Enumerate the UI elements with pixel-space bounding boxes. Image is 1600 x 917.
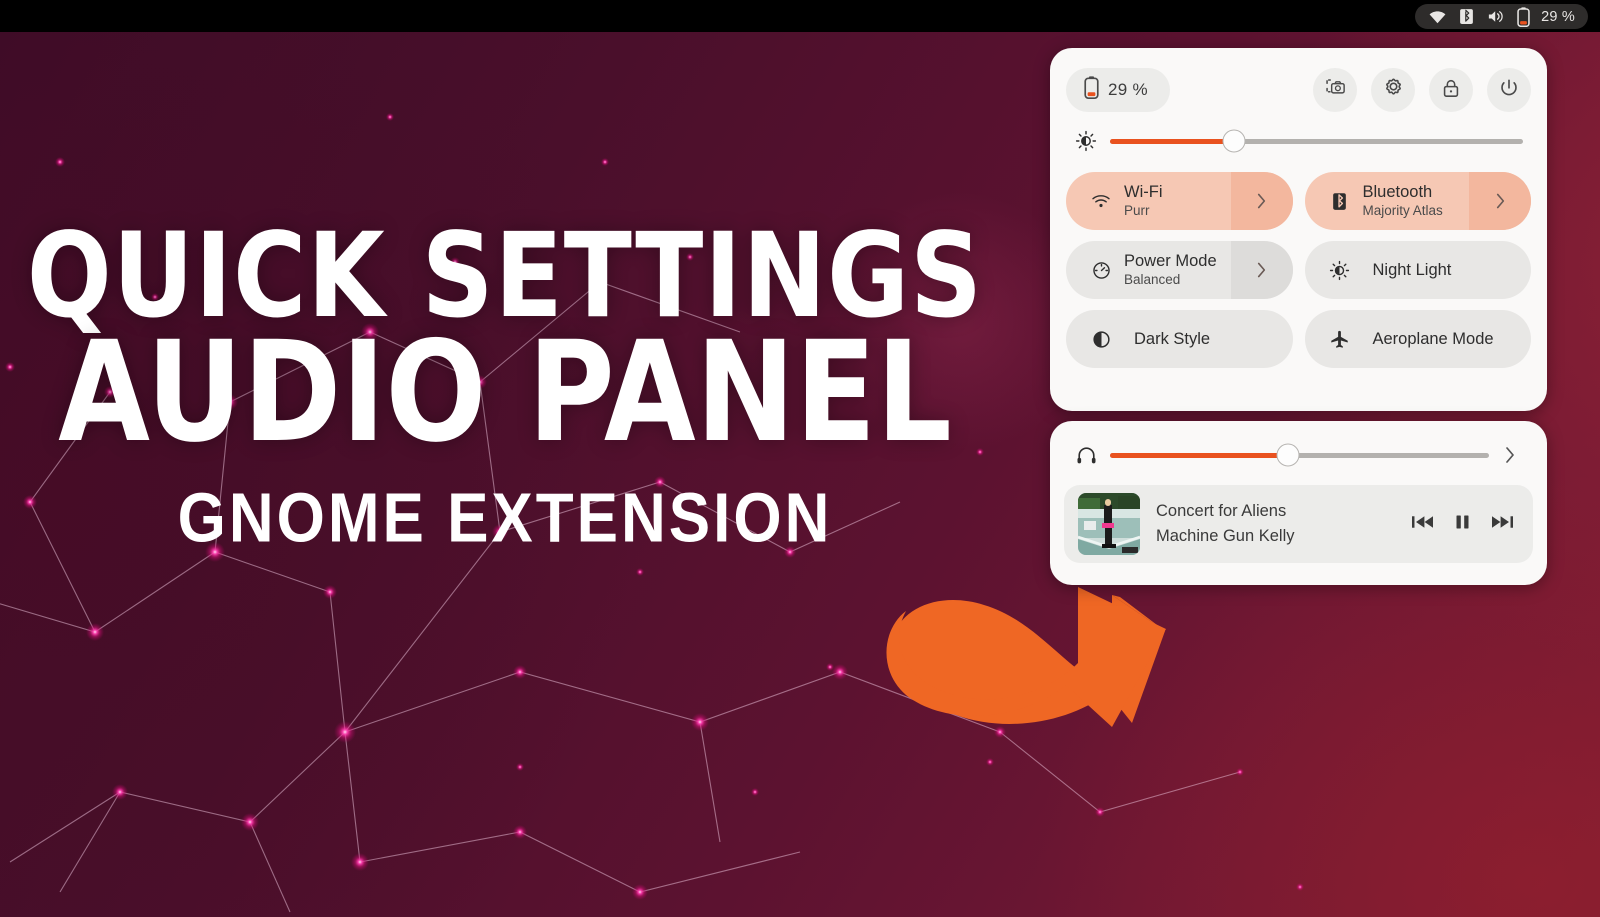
tray-battery-percent: 29 %: [1541, 8, 1575, 25]
power-mode-tile-subtitle: Balanced: [1124, 271, 1181, 287]
bluetooth-tile-labels: Bluetooth Majority Atlas: [1363, 183, 1443, 218]
audio-panel: Concert for Aliens Machine Gun Kelly: [1050, 421, 1547, 585]
night-light-tile-main[interactable]: Night Light: [1305, 241, 1532, 299]
screenshot-icon: [1324, 76, 1347, 104]
album-art: [1078, 493, 1140, 555]
night-light-icon: [1325, 260, 1355, 281]
volume-slider-fill: [1110, 452, 1289, 458]
wifi-tile-labels: Wi-Fi Purr: [1124, 183, 1162, 218]
wifi-tile[interactable]: Wi-Fi Purr: [1066, 172, 1293, 230]
brightness-slider-row[interactable]: [1066, 120, 1531, 162]
tile-row: Dark Style Aeroplane Mode: [1066, 310, 1531, 368]
media-controls: [1412, 514, 1519, 535]
media-track-info: Concert for Aliens Machine Gun Kelly: [1156, 499, 1412, 549]
bluetooth-icon: [1325, 191, 1355, 212]
volume-slider-row[interactable]: [1064, 435, 1533, 475]
aeroplane-mode-tile[interactable]: Aeroplane Mode: [1304, 310, 1532, 368]
wifi-icon: [1086, 191, 1116, 211]
volume-slider-knob[interactable]: [1276, 443, 1300, 467]
bluetooth-tile-title: Bluetooth: [1362, 183, 1433, 202]
brightness-slider-track[interactable]: [1110, 129, 1523, 153]
wifi-tile-expand-button[interactable]: [1230, 172, 1293, 230]
tile-row: Power Mode Balanced Night Light: [1066, 241, 1531, 299]
audio-output-expand-button[interactable]: [1493, 444, 1527, 466]
wifi-icon: [1428, 7, 1447, 26]
tile-row: Wi-Fi Purr Bluetooth Majority Atlas: [1066, 172, 1531, 230]
system-tray[interactable]: 29 %: [1415, 4, 1588, 29]
power-mode-tile-main[interactable]: Power Mode Balanced: [1066, 241, 1231, 299]
wifi-tile-subtitle: Purr: [1124, 202, 1150, 218]
brightness-slider-knob[interactable]: [1222, 129, 1246, 153]
bluetooth-icon: [1458, 7, 1475, 26]
wifi-tile-title: Wi-Fi: [1124, 183, 1163, 202]
night-light-tile-title: Night Light: [1372, 260, 1452, 279]
lock-button[interactable]: [1429, 68, 1473, 112]
headphones-icon: [1070, 444, 1102, 467]
power-button[interactable]: [1487, 68, 1531, 112]
screenshot-button[interactable]: [1313, 68, 1357, 112]
aeroplane-mode-tile-labels: Aeroplane Mode: [1363, 330, 1494, 349]
dark-style-tile-labels: Dark Style: [1124, 330, 1210, 349]
gear-icon: [1382, 76, 1405, 104]
volume-icon: [1486, 7, 1506, 26]
quick-settings-panel: 29 % Wi-Fi Purr Bluetooth Majority Atlas…: [1050, 48, 1547, 411]
media-title: Concert for Aliens: [1156, 502, 1287, 521]
previous-track-button[interactable]: [1412, 514, 1433, 535]
bluetooth-tile-main[interactable]: Bluetooth Majority Atlas: [1305, 172, 1470, 230]
power-icon: [1498, 77, 1520, 104]
dark-style-tile-title: Dark Style: [1134, 329, 1211, 348]
night-light-tile[interactable]: Night Light: [1304, 241, 1532, 299]
hero-title-block: QUICK SETTINGS AUDIO PANEL GNOME EXTENSI…: [0, 217, 1010, 557]
battery-icon: [1517, 6, 1530, 27]
media-player-widget[interactable]: Concert for Aliens Machine Gun Kelly: [1064, 485, 1533, 563]
bluetooth-tile[interactable]: Bluetooth Majority Atlas: [1304, 172, 1531, 230]
settings-button[interactable]: [1371, 68, 1415, 112]
wifi-tile-main[interactable]: Wi-Fi Purr: [1066, 172, 1231, 230]
aeroplane-icon: [1325, 329, 1355, 350]
aeroplane-mode-tile-main[interactable]: Aeroplane Mode: [1305, 310, 1532, 368]
brightness-slider-fill: [1110, 138, 1234, 144]
next-track-button[interactable]: [1492, 514, 1513, 535]
lock-icon: [1440, 77, 1462, 104]
dark-style-icon: [1086, 329, 1116, 350]
quick-settings-tiles: Wi-Fi Purr Bluetooth Majority Atlas Power Mo…: [1066, 172, 1531, 368]
power-mode-icon: [1086, 260, 1116, 281]
battery-percent-label: 29 %: [1108, 80, 1148, 99]
battery-icon: [1084, 76, 1099, 104]
dark-style-tile[interactable]: Dark Style: [1066, 310, 1293, 368]
bluetooth-tile-expand-button[interactable]: [1469, 172, 1531, 230]
battery-status-button[interactable]: 29 %: [1066, 68, 1170, 112]
hero-line-3: GNOME EXTENSION: [177, 479, 833, 557]
dark-style-tile-main[interactable]: Dark Style: [1066, 310, 1293, 368]
play-pause-button[interactable]: [1455, 514, 1470, 535]
bluetooth-tile-subtitle: Majority Atlas: [1362, 202, 1443, 218]
quick-settings-header: 29 %: [1066, 66, 1531, 114]
power-mode-tile-expand-button[interactable]: [1230, 241, 1293, 299]
power-mode-tile-labels: Power Mode Balanced: [1124, 252, 1217, 287]
volume-slider-track[interactable]: [1110, 443, 1489, 467]
night-light-tile-labels: Night Light: [1363, 261, 1452, 280]
power-mode-tile[interactable]: Power Mode Balanced: [1066, 241, 1293, 299]
brightness-icon: [1070, 130, 1102, 152]
aeroplane-mode-tile-title: Aeroplane Mode: [1372, 329, 1494, 348]
power-mode-tile-title: Power Mode: [1124, 252, 1217, 271]
hero-line-2: AUDIO PANEL: [58, 312, 952, 474]
media-artist: Machine Gun Kelly: [1156, 527, 1295, 545]
gnome-top-bar: 29 %: [0, 0, 1600, 32]
